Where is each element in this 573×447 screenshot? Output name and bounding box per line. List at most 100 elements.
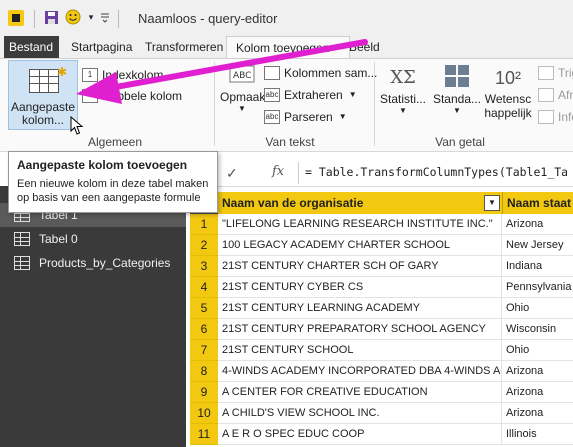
parse-icon: abc	[264, 110, 280, 124]
information-button[interactable]: Info	[538, 108, 573, 126]
trigonometry-button[interactable]: Trigo	[538, 64, 573, 82]
column-filter-dropdown-icon[interactable]: ▼	[484, 195, 500, 211]
merge-columns-label: Kolommen sam...	[284, 66, 378, 80]
column-header-organisation[interactable]: Naam van de organisatie	[218, 192, 502, 214]
cell-organisation[interactable]: 21ST CENTURY PREPARATORY SCHOOL AGENCY	[218, 319, 502, 340]
title-bar: ▾ Naamloos - query-editor	[0, 0, 573, 37]
cell-state[interactable]: Illinois	[502, 424, 573, 445]
cell-state[interactable]: Ohio	[502, 340, 573, 361]
table-row[interactable]: 4 21ST CENTURY CYBER CS Pennsylvania	[190, 277, 573, 298]
table-row[interactable]: 10 A CHILD'S VIEW SCHOOL INC. Arizona	[190, 403, 573, 424]
mouse-pointer-icon	[70, 116, 84, 135]
format-label: Opmaak	[220, 90, 266, 104]
cell-state[interactable]: Indiana	[502, 256, 573, 277]
scientific-label-line1: Wetensc	[484, 92, 532, 106]
arithmetic-icon	[432, 64, 482, 92]
table-row[interactable]: 7 21ST CENTURY SCHOOL Ohio	[190, 340, 573, 361]
format-button[interactable]: ABC Opmaak ▼	[220, 62, 266, 113]
custom-column-label-line2: kolom...	[21, 113, 64, 127]
query-item-products-by-categories[interactable]: Products_by_Categories	[0, 251, 186, 275]
cell-state[interactable]: Ohio	[502, 298, 573, 319]
divider	[374, 62, 375, 146]
cell-state[interactable]: Arizona	[502, 382, 573, 403]
row-number: 4	[190, 277, 218, 298]
row-number: 6	[190, 319, 218, 340]
sigma-icon: ΧΣ	[390, 67, 416, 88]
group-label-general: Algemeen	[87, 135, 143, 149]
merge-columns-icon	[264, 66, 280, 80]
cell-state[interactable]: Arizona	[502, 361, 573, 382]
cell-organisation[interactable]: "LIFELONG LEARNING RESEARCH INSTITUTE IN…	[218, 214, 502, 235]
table-row[interactable]: 6 21ST CENTURY PREPARATORY SCHOOL AGENCY W…	[190, 319, 573, 340]
standard-button[interactable]: Standa... ▼	[432, 64, 482, 115]
row-number: 1	[190, 214, 218, 235]
index-column-label: Indexkolom	[102, 68, 164, 82]
cell-organisation[interactable]: 21ST CENTURY CYBER CS	[218, 277, 502, 298]
cell-state[interactable]: New Jersey	[502, 235, 573, 256]
cell-state[interactable]: Wisconsin	[502, 319, 573, 340]
table-icon	[14, 232, 30, 246]
row-number: 5	[190, 298, 218, 319]
tab-add-column[interactable]: Kolom toevoegen	[226, 36, 350, 58]
cell-state[interactable]: Arizona	[502, 403, 573, 424]
table-row[interactable]: 3 21ST CENTURY CHARTER SCH OF GARY Indiana	[190, 256, 573, 277]
divider	[34, 10, 35, 28]
cell-organisation[interactable]: 21ST CENTURY CHARTER SCH OF GARY	[218, 256, 502, 277]
chevron-down-icon: ▼	[399, 106, 407, 115]
table-row[interactable]: 1 "LIFELONG LEARNING RESEARCH INSTITUTE I…	[190, 214, 573, 235]
cell-organisation[interactable]: A CENTER FOR CREATIVE EDUCATION	[218, 382, 502, 403]
cell-organisation[interactable]: 100 LEGACY ACADEMY CHARTER SCHOOL	[218, 235, 502, 256]
query-name: Products_by_Categories	[39, 256, 171, 270]
trig-icon	[538, 66, 554, 80]
cell-state[interactable]: Pennsylvania	[502, 277, 573, 298]
custom-column-button[interactable]: ✱ Aangepaste kolom...	[8, 60, 78, 130]
check-icon[interactable]: ✓	[226, 165, 238, 182]
save-icon[interactable]	[42, 8, 60, 26]
cell-organisation[interactable]: 21ST CENTURY LEARNING ACADEMY	[218, 298, 502, 319]
tab-view[interactable]: Beeld	[335, 36, 389, 58]
divider	[118, 10, 119, 28]
row-number: 8	[190, 361, 218, 382]
tab-home[interactable]: Startpagina	[62, 36, 141, 58]
cell-organisation[interactable]: 4-WINDS ACADEMY INCORPORATED DBA 4-WINDS…	[218, 361, 502, 382]
column-header-state[interactable]: Naam staat	[502, 192, 573, 214]
standard-label: Standa...	[432, 92, 482, 106]
cell-organisation[interactable]: A E R O SPEC EDUC COOP	[218, 424, 502, 445]
scientific-button[interactable]: 10² Wetensc happelijk	[484, 64, 532, 120]
format-abc-icon: ABC	[220, 62, 264, 90]
statistics-button[interactable]: ΧΣ Statisti... ▼	[380, 64, 426, 115]
smiley-feedback-icon[interactable]	[64, 8, 82, 26]
divider	[214, 62, 215, 146]
parse-button[interactable]: abc Parseren ▼	[264, 108, 347, 126]
tooltip: Aangepaste kolom toevoegen Een nieuwe ko…	[8, 151, 218, 213]
rounding-button[interactable]: Afro	[538, 86, 573, 104]
row-number: 3	[190, 256, 218, 277]
statistics-label: Statisti...	[380, 92, 427, 106]
index-column-button[interactable]: 1 Indexkolom	[82, 66, 163, 84]
duplicate-column-button[interactable]: Dubbele kolom	[82, 87, 182, 105]
trigonometry-label: Trigo	[558, 66, 573, 80]
table-row[interactable]: 9A CENTER FOR CREATIVE EDUCATION Arizona	[190, 382, 573, 403]
tab-file[interactable]: Bestand	[4, 36, 59, 58]
tooltip-body: Een nieuwe kolom in deze tabel maken op …	[17, 178, 209, 204]
tab-transform[interactable]: Transformeren	[136, 36, 232, 58]
table-column-icon	[29, 69, 59, 93]
table-row[interactable]: 5 21ST CENTURY LEARNING ACADEMY Ohio	[190, 298, 573, 319]
row-number: 10	[190, 403, 218, 424]
customize-toolbar-icon[interactable]	[96, 8, 114, 26]
cell-organisation[interactable]: 21ST CENTURY SCHOOL	[218, 340, 502, 361]
divider	[298, 162, 299, 184]
window-title: Naamloos - query-editor	[138, 11, 278, 26]
row-number: 7	[190, 340, 218, 361]
merge-columns-button[interactable]: Kolommen sam...	[264, 64, 377, 82]
formula-input[interactable]: = Table.TransformColumnTypes(Table1_Tabl…	[305, 165, 567, 179]
cell-state[interactable]: Arizona	[502, 214, 573, 235]
extract-button[interactable]: abc Extraheren ▼	[264, 86, 357, 104]
table-row[interactable]: 8 4-WINDS ACADEMY INCORPORATED DBA 4-WIND…	[190, 361, 573, 382]
table-row[interactable]: 11 A E R O SPEC EDUC COOP Illinois	[190, 424, 573, 447]
cell-organisation[interactable]: A CHILD'S VIEW SCHOOL INC.	[218, 403, 502, 424]
query-item-tabel-0[interactable]: Tabel 0	[0, 227, 186, 251]
fx-icon[interactable]: fx	[272, 164, 284, 179]
table-row[interactable]: 2 100 LEGACY ACADEMY CHARTER SCHOOL New Je…	[190, 235, 573, 256]
table-icon	[14, 256, 30, 270]
